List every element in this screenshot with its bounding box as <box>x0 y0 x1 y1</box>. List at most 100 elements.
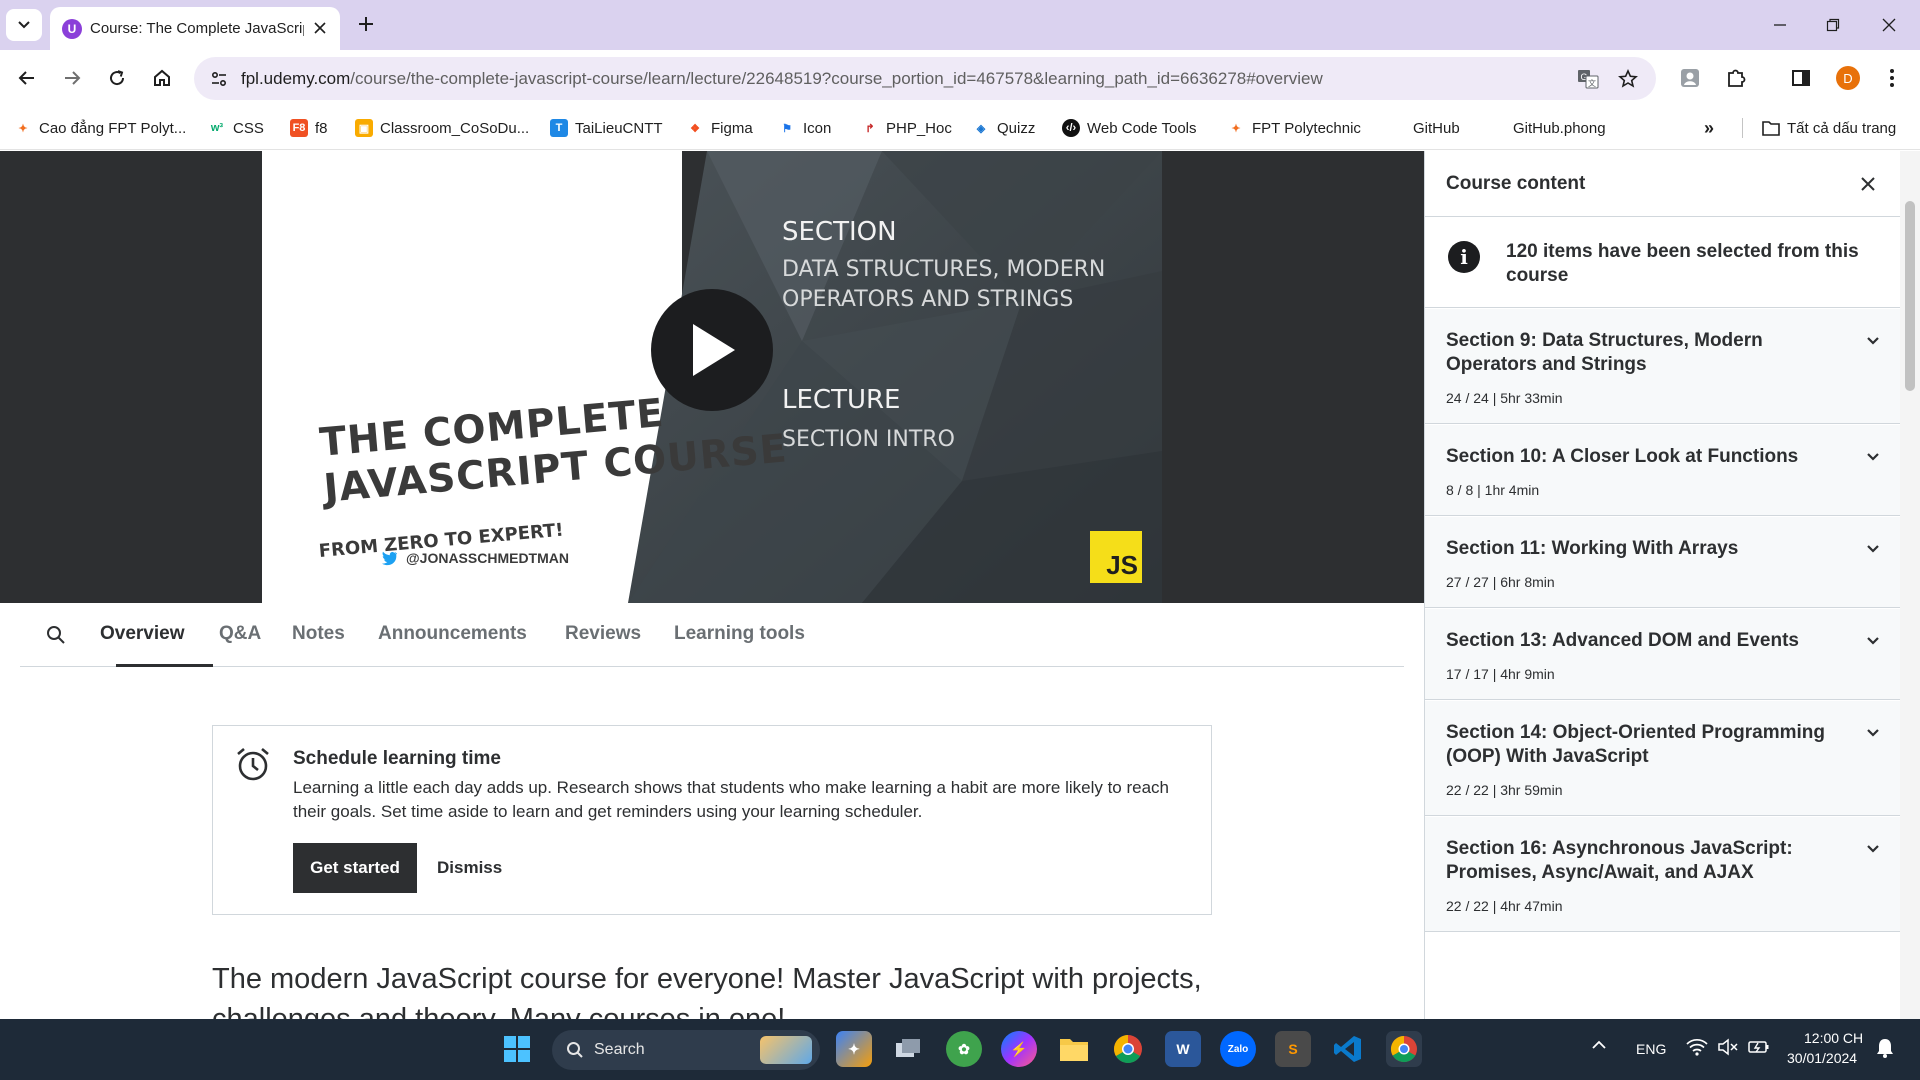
get-started-button[interactable]: Get started <box>293 843 417 893</box>
messenger-app-icon[interactable]: ⚡ <box>1001 1031 1037 1067</box>
tab-close-button[interactable] <box>309 17 331 39</box>
course-section[interactable]: Section 9: Data Structures, Modern Opera… <box>1425 309 1901 424</box>
course-section[interactable]: Section 11: Working With Arrays 27 / 27 … <box>1425 517 1901 608</box>
bookmark-label: GitHub.phong <box>1513 119 1606 137</box>
start-button[interactable] <box>499 1031 535 1067</box>
copilot-app-icon[interactable]: ✦ <box>836 1031 872 1067</box>
dismiss-button[interactable]: Dismiss <box>437 843 502 893</box>
close-sidebar-button[interactable] <box>1855 171 1881 197</box>
clock-date[interactable]: 30/01/2024 <box>1787 1050 1857 1066</box>
tray-overflow-button[interactable] <box>1591 1038 1611 1058</box>
close-window-button[interactable] <box>1866 8 1912 42</box>
home-icon <box>154 69 170 86</box>
taskbar-search[interactable]: Search <box>552 1030 820 1070</box>
reload-button[interactable] <box>102 63 132 93</box>
chrome-app-icon[interactable] <box>1110 1031 1146 1067</box>
zalo-app-icon[interactable]: Zalo <box>1220 1031 1256 1067</box>
section-meta: 24 / 24 | 5hr 33min <box>1446 390 1563 406</box>
notifications-button[interactable] <box>1876 1038 1894 1063</box>
tab-reviews[interactable]: Reviews <box>565 623 641 645</box>
bookmark-item[interactable]: ⚑ Icon <box>778 116 831 140</box>
bookmark-item[interactable]: GitHub.phong <box>1513 116 1606 140</box>
browser-menu-button[interactable] <box>1878 64 1906 92</box>
tray-status-icons[interactable] <box>1686 1038 1770 1056</box>
bookmark-item[interactable]: ✦ FPT Polytechnic <box>1227 116 1361 140</box>
more-vertical-icon <box>1890 69 1894 87</box>
task-view-icon[interactable] <box>890 1031 926 1067</box>
code-tools-icon: ‹/› <box>1062 119 1080 137</box>
bookmark-item[interactable]: ✦ Cao đẳng FPT Polyt... <box>14 116 186 140</box>
expand-section-button[interactable] <box>1861 837 1885 861</box>
minimize-button[interactable] <box>1757 8 1803 42</box>
bookmark-item[interactable]: ◈ Quizz <box>972 116 1036 140</box>
expand-section-button[interactable] <box>1861 329 1885 353</box>
more-bookmarks-button[interactable]: » <box>1704 116 1714 140</box>
clock-time[interactable]: 12:00 CH <box>1804 1030 1863 1046</box>
scrollbar-thumb[interactable] <box>1905 201 1915 391</box>
search-tab-button[interactable] <box>44 623 68 647</box>
browser-tab-active[interactable]: U Course: The Complete JavaScript Course <box>50 7 340 50</box>
course-content-sidebar: Course content i 120 items have been sel… <box>1424 151 1901 1019</box>
tab-search-button[interactable] <box>6 9 42 41</box>
forward-button[interactable] <box>57 63 87 93</box>
extension-button[interactable] <box>1676 64 1704 92</box>
back-button[interactable] <box>12 63 42 93</box>
video-player[interactable]: THE COMPLETE JAVASCRIPT COURSE FROM ZERO… <box>0 151 1424 603</box>
sublime-app-icon[interactable]: S <box>1275 1031 1311 1067</box>
bookmark-item[interactable]: F8 f8 <box>290 116 328 140</box>
tab-learning-tools[interactable]: Learning tools <box>674 623 805 645</box>
bookmark-item[interactable]: w³ CSS <box>208 116 264 140</box>
bookmark-item[interactable]: ❖ Figma <box>686 116 753 140</box>
slide-section-name-2: OPERATORS AND STRINGS <box>782 287 1074 312</box>
bookmark-item[interactable]: GitHub <box>1413 116 1460 140</box>
home-button[interactable] <box>147 63 177 93</box>
expand-section-button[interactable] <box>1861 721 1885 745</box>
profile-avatar[interactable]: D <box>1836 66 1860 90</box>
word-app-icon[interactable]: W <box>1165 1031 1201 1067</box>
expand-section-button[interactable] <box>1861 445 1885 469</box>
tab-overview[interactable]: Overview <box>100 623 185 645</box>
bookmark-item[interactable]: ↱ PHP_Hoc <box>861 116 951 140</box>
fpt-logo-icon: ✦ <box>18 122 28 135</box>
chrome-icon <box>1390 1035 1417 1063</box>
sidebar-title: Course content <box>1446 173 1586 194</box>
vscode-app-icon[interactable] <box>1330 1031 1366 1067</box>
file-explorer-icon[interactable] <box>1056 1031 1092 1067</box>
figma-icon: ❖ <box>690 122 700 135</box>
chevron-down-icon <box>1867 545 1879 553</box>
bookmark-star-button[interactable] <box>1616 67 1640 91</box>
course-section[interactable]: Section 14: Object-Oriented Programming … <box>1425 701 1901 816</box>
extensions-menu-button[interactable] <box>1722 64 1750 92</box>
page-scrollbar[interactable] <box>1900 151 1920 1019</box>
bookmark-label: CSS <box>233 119 264 137</box>
bookmark-item[interactable]: ▣ Classroom_CoSoDu... <box>355 116 529 140</box>
coccoc-app-icon[interactable]: ✿ <box>946 1031 982 1067</box>
tab-notes[interactable]: Notes <box>292 623 345 645</box>
play-button[interactable] <box>651 289 773 411</box>
side-panel-button[interactable] <box>1787 64 1815 92</box>
reload-icon <box>110 70 125 86</box>
chevron-down-icon <box>1867 845 1879 853</box>
tab-announcements[interactable]: Announcements <box>378 623 527 645</box>
translate-button[interactable]: G文 <box>1576 67 1600 91</box>
site-info-button[interactable] <box>206 66 232 92</box>
course-section[interactable]: Section 10: A Closer Look at Functions 8… <box>1425 425 1901 516</box>
classroom-icon: ▣ <box>355 119 373 137</box>
address-bar[interactable]: fpl.udemy.com/course/the-complete-javasc… <box>194 57 1656 100</box>
new-tab-button[interactable] <box>353 11 379 37</box>
all-bookmarks-button[interactable]: Tất cả dấu trang <box>1762 116 1896 140</box>
section-meta: 17 / 17 | 4hr 9min <box>1446 666 1555 682</box>
course-section[interactable]: Section 16: Asynchronous JavaScript: Pro… <box>1425 817 1901 932</box>
restore-button[interactable] <box>1810 8 1856 42</box>
active-tab-indicator <box>116 664 213 667</box>
bookmark-item[interactable]: ‹/› Web Code Tools <box>1062 116 1197 140</box>
course-section[interactable]: Section 13: Advanced DOM and Events 17 /… <box>1425 609 1901 700</box>
expand-section-button[interactable] <box>1861 537 1885 561</box>
expand-section-button[interactable] <box>1861 629 1885 653</box>
input-language[interactable]: ENG <box>1636 1041 1666 1057</box>
tab-qa[interactable]: Q&A <box>219 623 261 645</box>
search-icon <box>47 626 65 644</box>
bookmark-item[interactable]: T TaiLieuCNTT <box>550 116 663 140</box>
bookmark-label: Quizz <box>997 119 1036 137</box>
chrome-profile-app-icon[interactable] <box>1386 1031 1422 1067</box>
